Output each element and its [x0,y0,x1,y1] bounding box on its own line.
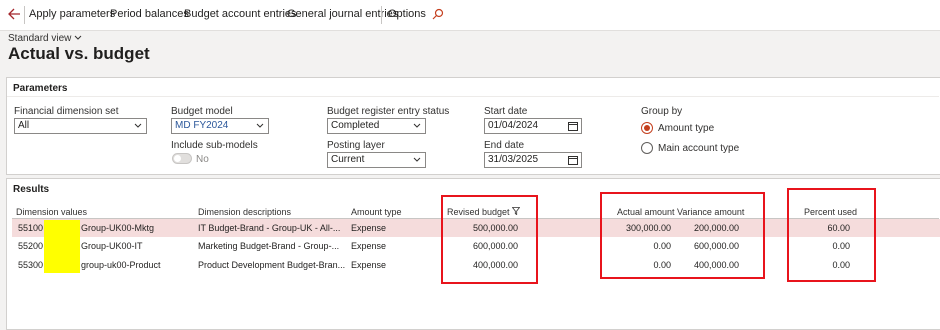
action-pane: Apply parameters Period balances Budget … [0,0,940,31]
budget-register-status-label: Budget register entry status [327,106,450,117]
budget-register-status-value: Completed [331,120,380,131]
include-sub-models-label: Include sub-models [171,140,258,151]
end-date-label: End date [484,140,525,151]
annotation-box-revised-budget [441,195,538,284]
group-by-amount-type-radio[interactable] [641,122,653,134]
start-date-input[interactable]: 01/04/2024 [484,118,582,134]
cell-code: 55100 [18,223,44,233]
options-tab[interactable]: Options [388,8,426,20]
cell-amount-type: Expense [351,241,387,251]
end-date-value: 31/03/2025 [488,154,539,165]
budget-account-entries-button[interactable]: Budget account entries [184,8,297,20]
chevron-down-icon [255,119,265,133]
cell-group: group-uk00-Product [81,260,161,270]
end-date-input[interactable]: 31/03/2025 [484,152,582,168]
search-icon[interactable] [432,5,446,23]
page-title: Actual vs. budget [8,44,150,63]
period-balances-button[interactable]: Period balances [110,8,189,20]
annotation-box-actual-variance [600,192,765,279]
budget-model-value: MD FY2024 [175,120,229,131]
budget-register-status-select[interactable]: Completed [327,118,426,134]
results-heading[interactable]: Results [13,184,49,195]
calendar-icon[interactable] [568,121,578,131]
financial-dimension-set-value: All [18,120,30,131]
column-header-dimension-descriptions[interactable]: Dimension descriptions [198,207,291,217]
start-date-label: Start date [484,106,528,117]
redaction-block [44,220,80,273]
view-label: Standard view [8,33,72,44]
annotation-box-percent-used [787,188,876,282]
financial-dimension-set-select[interactable]: All [14,118,147,134]
cell-group: Group-UK00-IT [81,241,143,251]
include-sub-models-value: No [196,154,209,165]
posting-layer-label: Posting layer [327,140,385,151]
start-date-value: 01/04/2024 [488,120,539,131]
apply-parameters-button[interactable]: Apply parameters [29,8,115,20]
group-by-main-account-type-label: Main account type [658,143,740,154]
toolbar-divider [24,6,25,24]
cell-group: Group-UK00-Mktg [81,223,155,233]
cell-description: IT Budget-Brand - Group-UK - All-... [198,223,341,233]
cell-amount-type: Expense [351,260,387,270]
parameters-heading[interactable]: Parameters [13,83,67,94]
include-sub-models-toggle[interactable] [172,153,192,164]
posting-layer-select[interactable]: Current [327,152,426,168]
toolbar-divider [381,6,382,24]
chevron-down-icon [412,153,422,167]
back-arrow-icon[interactable] [7,5,23,23]
group-by-label: Group by [641,106,683,117]
financial-dimension-set-label: Financial dimension set [14,106,119,117]
chevron-down-icon [74,33,82,44]
group-by-main-account-type-radio[interactable] [641,142,653,154]
column-header-dimension-values[interactable]: Dimension values [16,207,87,217]
chevron-down-icon [133,119,143,133]
column-header-amount-type[interactable]: Amount type [351,207,402,217]
budget-model-select[interactable]: MD FY2024 [171,118,269,134]
calendar-icon[interactable] [568,155,578,165]
cell-code: 55200 [18,241,44,251]
divider [7,96,939,97]
view-selector[interactable]: Standard view [8,33,82,44]
cell-description: Product Development Budget-Bran... [198,260,346,270]
cell-description: Marketing Budget-Brand - Group-... [198,241,340,251]
chevron-down-icon [412,119,422,133]
posting-layer-value: Current [331,154,365,165]
cell-amount-type: Expense [351,223,387,233]
group-by-amount-type-label: Amount type [658,123,715,134]
cell-code: 55300 [18,260,44,270]
budget-model-label: Budget model [171,106,233,117]
